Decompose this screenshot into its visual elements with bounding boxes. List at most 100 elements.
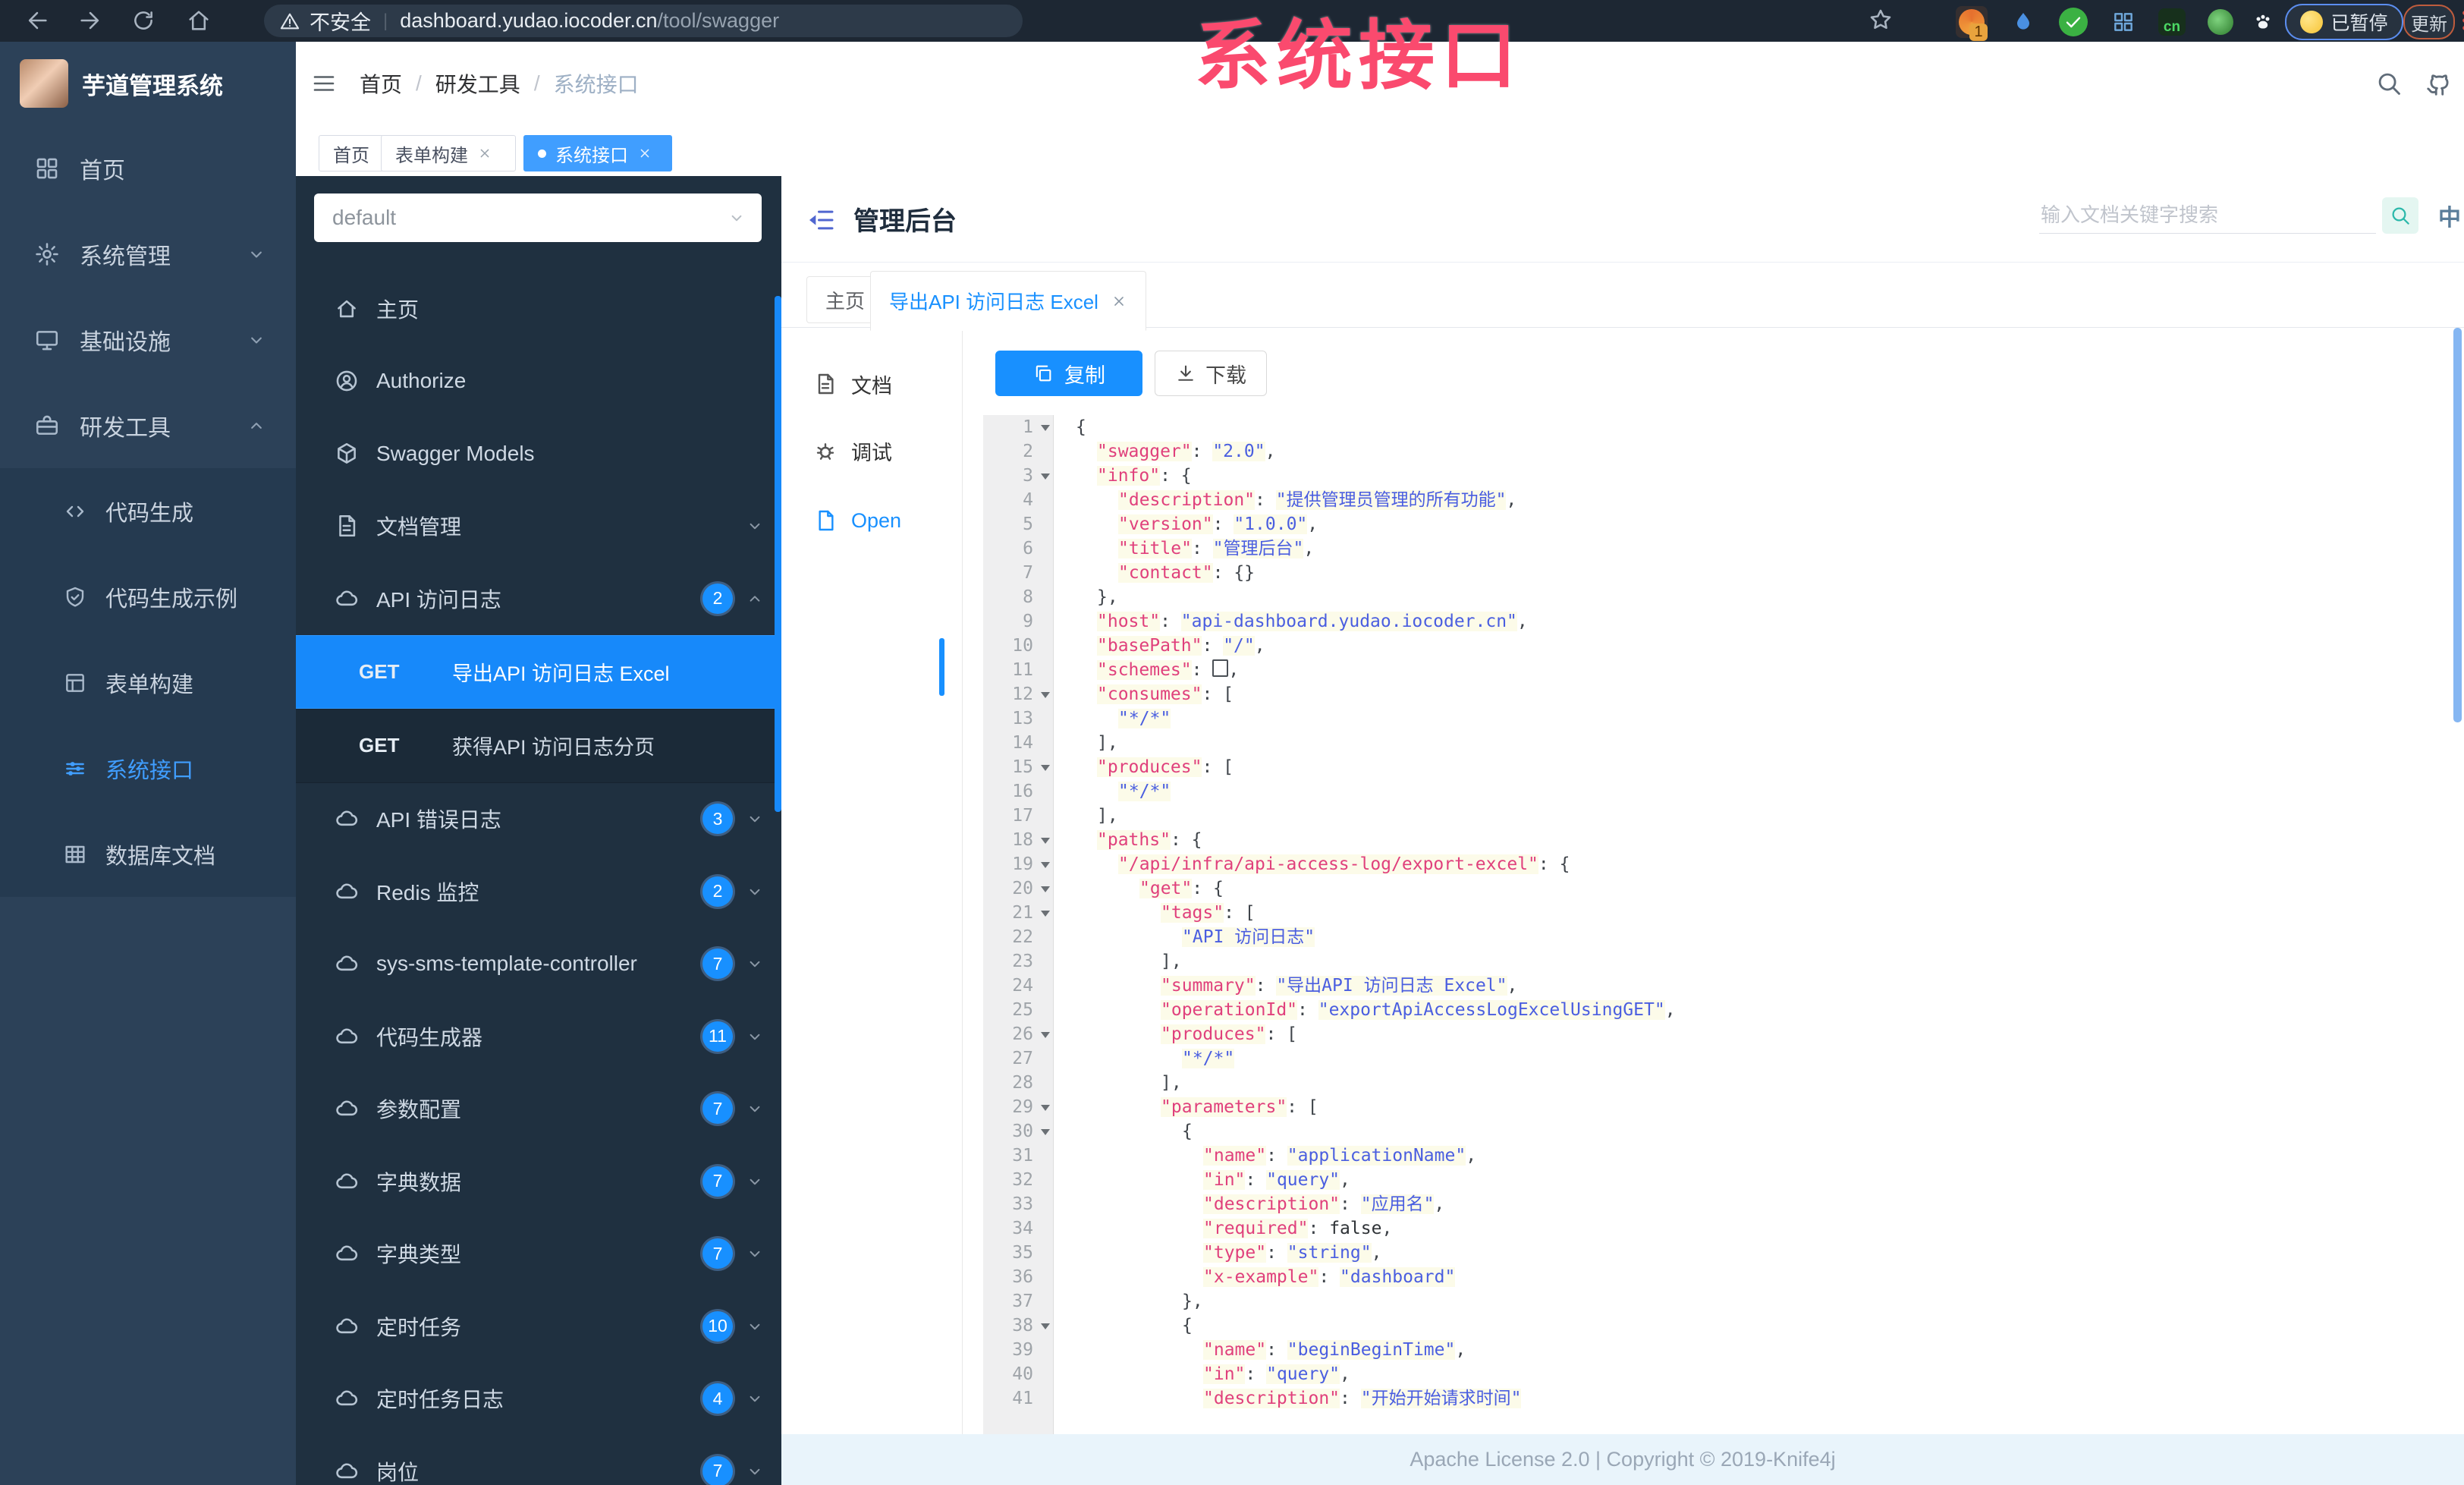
swagger-menu-定时任务日志[interactable]: 定时任务日志 4 bbox=[296, 1363, 781, 1436]
browser-home-icon[interactable] bbox=[186, 8, 212, 33]
extension-icon-4[interactable] bbox=[2107, 6, 2139, 38]
tab-paused-pill[interactable]: 已暂停 bbox=[2285, 4, 2403, 40]
fold-arrow-icon[interactable] bbox=[1041, 692, 1050, 698]
close-icon[interactable] bbox=[477, 146, 492, 161]
monitor-icon bbox=[34, 327, 60, 353]
search-icon bbox=[2389, 204, 2412, 227]
sidebar-item-系统管理[interactable]: 系统管理 bbox=[0, 211, 296, 297]
swagger-menu-API 错误日志[interactable]: API 错误日志 3 bbox=[296, 783, 781, 856]
copy-label: 复制 bbox=[1064, 363, 1105, 387]
language-toggle[interactable]: 中 bbox=[2438, 199, 2461, 232]
browser-update-button[interactable]: 更新 bbox=[2403, 5, 2455, 39]
extension-icon-7[interactable] bbox=[2247, 6, 2279, 38]
browser-reload-icon[interactable] bbox=[130, 8, 156, 33]
collapse-menu-icon[interactable] bbox=[806, 205, 836, 235]
swagger-menu-参数配置[interactable]: 参数配置 7 bbox=[296, 1073, 781, 1146]
swagger-menu-label: Swagger Models bbox=[376, 441, 535, 465]
swagger-menu-代码生成器[interactable]: 代码生成器 11 bbox=[296, 1000, 781, 1073]
sidebar-subitem-系统接口[interactable]: 系统接口 bbox=[0, 725, 296, 811]
close-icon[interactable] bbox=[1111, 293, 1127, 310]
api-endpoint-获得API 访问日志分页[interactable]: GET 获得API 访问日志分页 bbox=[296, 709, 781, 783]
swagger-menu-label: 文档管理 bbox=[376, 515, 462, 540]
mini-nav-Open[interactable]: Open bbox=[781, 494, 962, 547]
fold-arrow-icon[interactable] bbox=[1041, 425, 1050, 431]
empty-array-box bbox=[1212, 659, 1229, 677]
doc-tab-导出API 访问日志 Excel[interactable]: 导出API 访问日志 Excel bbox=[870, 271, 1146, 331]
swagger-menu-Swagger Models[interactable]: Swagger Models bbox=[296, 417, 781, 490]
line-number: 20 bbox=[983, 876, 1053, 901]
bookmark-star-icon[interactable] bbox=[1868, 7, 1894, 33]
sidebar-subitem-代码生成示例[interactable]: 代码生成示例 bbox=[0, 554, 296, 640]
header-search-icon[interactable] bbox=[2374, 69, 2403, 98]
fold-arrow-icon[interactable] bbox=[1041, 838, 1050, 844]
fold-arrow-icon[interactable] bbox=[1041, 1129, 1050, 1135]
close-icon[interactable] bbox=[637, 146, 652, 161]
swagger-menu-sys-sms-template-controller[interactable]: sys-sms-template-controller 7 bbox=[296, 928, 781, 1001]
fold-arrow-icon[interactable] bbox=[1041, 765, 1050, 771]
tag-表单构建[interactable]: 表单构建 bbox=[381, 135, 516, 171]
copy-button[interactable]: 复制 bbox=[995, 351, 1142, 396]
swagger-menu-定时任务[interactable]: 定时任务 10 bbox=[296, 1290, 781, 1363]
mini-nav-label: 调试 bbox=[851, 441, 892, 464]
swagger-menu-字典数据[interactable]: 字典数据 7 bbox=[296, 1145, 781, 1218]
footer: Apache License 2.0 | Copyright © 2019-Kn… bbox=[781, 1434, 2464, 1485]
extension-icon-5[interactable]: cn bbox=[2156, 6, 2188, 38]
swagger-menu-主页[interactable]: 主页 bbox=[296, 272, 781, 345]
line-number: 25 bbox=[1012, 1000, 1033, 1020]
browser-back-icon[interactable] bbox=[24, 8, 50, 33]
mini-nav-文档[interactable]: 文档 bbox=[781, 357, 962, 411]
swagger-menu-Authorize[interactable]: Authorize bbox=[296, 345, 781, 418]
fold-arrow-icon[interactable] bbox=[1041, 474, 1050, 480]
code-line: 28], bbox=[983, 1071, 2464, 1095]
swagger-menu-Redis 监控[interactable]: Redis 监控 2 bbox=[296, 855, 781, 928]
api-group-select[interactable]: default bbox=[314, 193, 762, 242]
breadcrumb-separator: / bbox=[533, 71, 540, 95]
extension-icon-1[interactable]: 1 bbox=[1956, 6, 1988, 41]
sidebar-subitem-代码生成[interactable]: 代码生成 bbox=[0, 468, 296, 554]
api-endpoint-导出API 访问日志 Excel[interactable]: GET 导出API 访问日志 Excel bbox=[296, 634, 781, 709]
endpoint-count-badge: 7 bbox=[702, 1238, 733, 1269]
swagger-menu-label: 字典数据 bbox=[376, 1170, 462, 1194]
fold-arrow-icon[interactable] bbox=[1041, 1105, 1050, 1111]
sidebar-item-首页[interactable]: 首页 bbox=[0, 125, 296, 211]
swagger-menu-API 访问日志[interactable]: API 访问日志 2 bbox=[296, 562, 781, 635]
fold-arrow-icon[interactable] bbox=[1041, 1323, 1050, 1329]
chevron-down-icon bbox=[745, 1317, 765, 1336]
fold-arrow-icon[interactable] bbox=[1041, 862, 1050, 868]
line-number: 33 bbox=[1012, 1194, 1033, 1214]
mini-nav-调试[interactable]: 调试 bbox=[781, 424, 962, 477]
browser-forward-icon[interactable] bbox=[77, 8, 103, 33]
doc-search-input[interactable] bbox=[2039, 197, 2376, 234]
swagger-menu-岗位[interactable]: 岗位 7 bbox=[296, 1435, 781, 1485]
fold-arrow-icon[interactable] bbox=[1041, 911, 1050, 917]
swagger-menu-文档管理[interactable]: 文档管理 bbox=[296, 490, 781, 563]
browser-menu-icon[interactable] bbox=[2452, 8, 2464, 33]
code-editor[interactable]: 1{2 "swagger": "2.0", 3 "info": {4 "descript… bbox=[983, 415, 2464, 1434]
tag-首页[interactable]: 首页 bbox=[319, 135, 384, 171]
swagger-menu-字典类型[interactable]: 字典类型 7 bbox=[296, 1218, 781, 1291]
fold-arrow-icon[interactable] bbox=[1041, 1032, 1050, 1038]
extension-icon-2[interactable] bbox=[2007, 6, 2039, 38]
download-label: 下载 bbox=[1205, 363, 1246, 387]
sidebar-item-基础设施[interactable]: 基础设施 bbox=[0, 297, 296, 382]
app-logo[interactable]: 芋道管理系统 bbox=[0, 42, 296, 125]
extension-icon-6[interactable] bbox=[2205, 6, 2236, 38]
sidebar-subitem-数据库文档[interactable]: 数据库文档 bbox=[0, 811, 296, 897]
download-button[interactable]: 下载 bbox=[1155, 351, 1267, 396]
sidebar-subitem-表单构建[interactable]: 表单构建 bbox=[0, 640, 296, 725]
doc-search-button[interactable] bbox=[2382, 197, 2418, 234]
window-scrollbar[interactable] bbox=[2453, 328, 2462, 722]
fold-arrow-icon[interactable] bbox=[1041, 886, 1050, 892]
breadcrumb-item[interactable]: 研发工具 bbox=[435, 68, 520, 99]
sidebar-menu: 首页 系统管理 基础设施 研发工具 bbox=[0, 125, 296, 468]
address-bar[interactable]: 不安全 | dashboard.yudao.iocoder.cn/tool/sw… bbox=[264, 5, 1023, 37]
sidebar-toggle-icon[interactable] bbox=[311, 71, 337, 96]
extension-icon-3[interactable] bbox=[2057, 6, 2089, 38]
tag-系统接口[interactable]: 系统接口 bbox=[523, 135, 672, 171]
github-icon[interactable] bbox=[2425, 69, 2453, 98]
line-number: 15 bbox=[983, 755, 1053, 779]
breadcrumb-item[interactable]: 首页 bbox=[360, 68, 402, 99]
line-number: 17 bbox=[1012, 806, 1033, 826]
sidebar-item-研发工具[interactable]: 研发工具 bbox=[0, 382, 296, 468]
swagger-sidebar-scrollbar[interactable] bbox=[775, 296, 781, 812]
